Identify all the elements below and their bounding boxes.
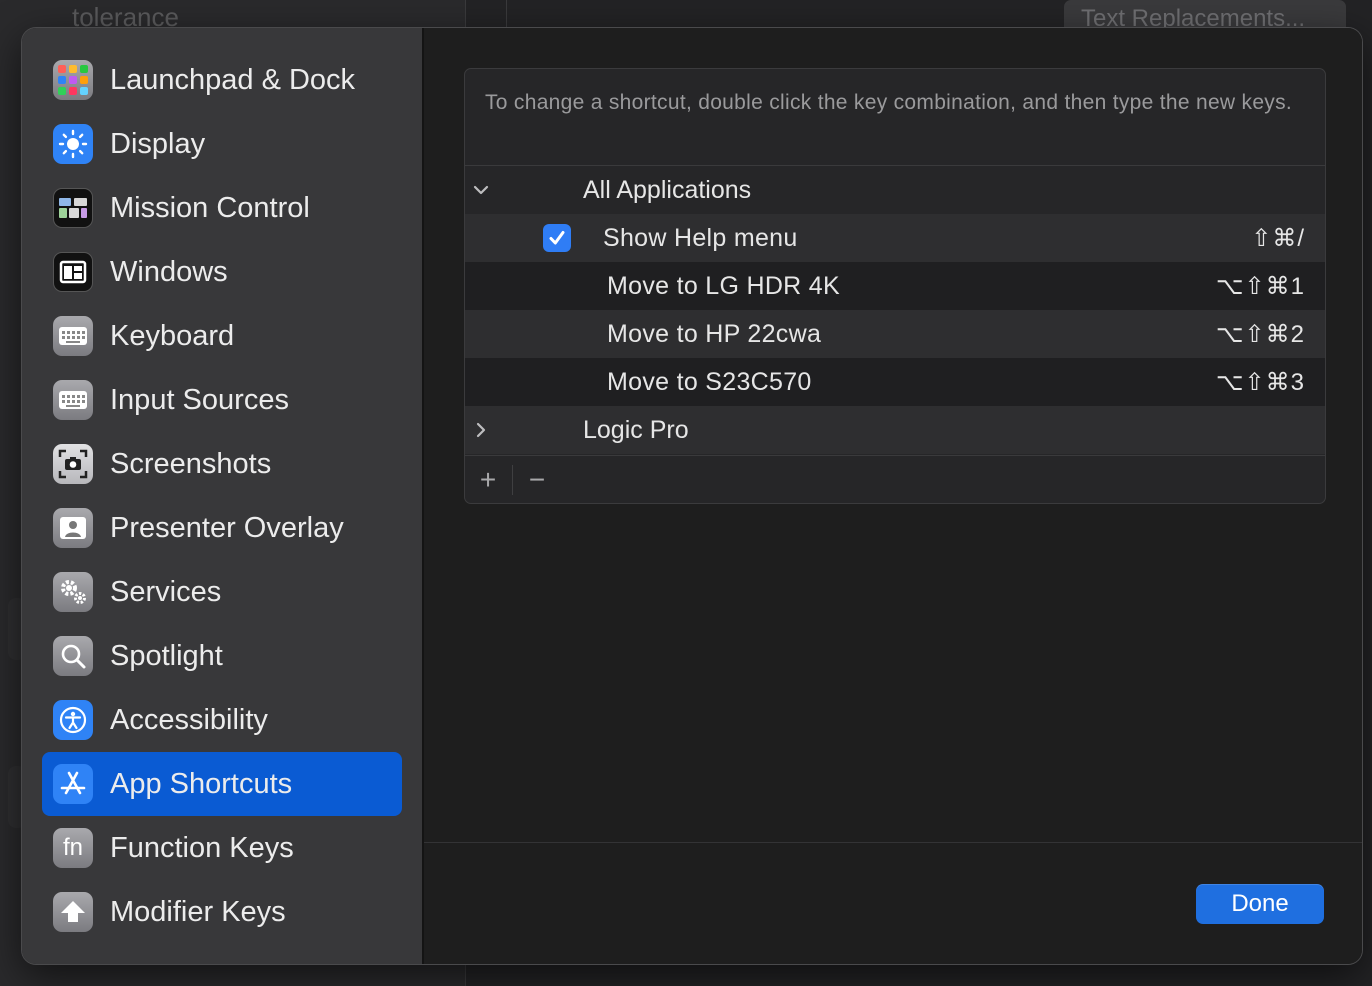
keyboard-icon	[53, 316, 93, 356]
magnifier-icon	[53, 636, 93, 676]
person-icon	[53, 508, 93, 548]
up-arrow-icon	[53, 892, 93, 932]
sidebar-item-label: Input Sources	[110, 383, 289, 416]
group-row-all-applications[interactable]: All Applications	[465, 166, 1325, 214]
fn-icon: fn	[53, 828, 93, 868]
sidebar-item-keyboard[interactable]: Keyboard	[42, 304, 402, 368]
group-row-logic-pro[interactable]: Logic Pro	[465, 406, 1325, 454]
sidebar-item-modifier-keys[interactable]: Modifier Keys	[42, 880, 402, 944]
shortcut-row[interactable]: Move to HP 22cwa ⌥⇧⌘2	[465, 310, 1325, 358]
sidebar: Launchpad & Dock Display Mission Control…	[22, 28, 424, 964]
sidebar-item-label: Windows	[110, 255, 228, 288]
accessibility-icon	[53, 700, 93, 740]
shortcuts-panel: To change a shortcut, double click the k…	[464, 68, 1326, 504]
sidebar-item-label: Accessibility	[110, 703, 268, 736]
camera-icon	[53, 444, 93, 484]
done-button[interactable]: Done	[1196, 884, 1324, 924]
sidebar-item-app-shortcuts[interactable]: App Shortcuts	[42, 752, 402, 816]
sidebar-item-screenshots[interactable]: Screenshots	[42, 432, 402, 496]
instructions-text: To change a shortcut, double click the k…	[485, 91, 1293, 114]
divider	[465, 455, 1325, 456]
sidebar-item-mission-control[interactable]: Mission Control	[42, 176, 402, 240]
shortcut-row[interactable]: Show Help menu ⇧⌘/	[465, 214, 1325, 262]
sidebar-item-label: Keyboard	[110, 319, 235, 352]
sidebar-item-display[interactable]: Display	[42, 112, 402, 176]
footer-divider	[424, 842, 1362, 843]
divider	[512, 465, 513, 495]
sidebar-item-presenter-overlay[interactable]: Presenter Overlay	[42, 496, 402, 560]
sidebar-item-label: Services	[110, 575, 222, 608]
sidebar-item-label: Mission Control	[110, 191, 310, 224]
keyboard-icon	[53, 380, 93, 420]
group-label: All Applications	[583, 175, 752, 204]
sidebar-item-spotlight[interactable]: Spotlight	[42, 624, 402, 688]
sidebar-item-label: Function Keys	[110, 831, 294, 864]
sidebar-item-label: Display	[110, 127, 206, 160]
chevron-right-icon[interactable]	[471, 420, 491, 440]
sidebar-item-input-sources[interactable]: Input Sources	[42, 368, 402, 432]
key-combination[interactable]: ⌥⇧⌘3	[1216, 368, 1305, 397]
enabled-checkbox[interactable]	[543, 224, 571, 252]
key-combination[interactable]: ⇧⌘/	[1251, 224, 1305, 253]
sidebar-item-label: Launchpad & Dock	[110, 63, 356, 96]
sun-icon	[53, 124, 93, 164]
shortcut-label: Move to HP 22cwa	[607, 319, 822, 348]
sidebar-item-label: App Shortcuts	[110, 767, 293, 800]
background-divider	[506, 0, 507, 30]
main-content: To change a shortcut, double click the k…	[424, 28, 1362, 964]
sidebar-item-launchpad-dock[interactable]: Launchpad & Dock	[42, 48, 402, 112]
sidebar-item-label: Spotlight	[110, 639, 223, 672]
launchpad-icon	[53, 60, 93, 100]
sidebar-item-label: Modifier Keys	[110, 895, 286, 928]
sidebar-item-windows[interactable]: Windows	[42, 240, 402, 304]
chevron-down-icon[interactable]	[471, 180, 491, 200]
sidebar-item-label: Screenshots	[110, 447, 272, 480]
mission-control-icon	[53, 188, 93, 228]
sidebar-item-services[interactable]: Services	[42, 560, 402, 624]
shortcut-row[interactable]: Move to S23C570 ⌥⇧⌘3	[465, 358, 1325, 406]
gears-icon	[53, 572, 93, 612]
shortcut-label: Move to LG HDR 4K	[607, 271, 840, 300]
sidebar-item-accessibility[interactable]: Accessibility	[42, 688, 402, 752]
remove-button[interactable]: −	[522, 464, 552, 495]
add-button[interactable]: +	[473, 464, 503, 495]
key-combination[interactable]: ⌥⇧⌘2	[1216, 320, 1305, 349]
shortcut-label: Show Help menu	[603, 223, 798, 252]
sidebar-item-function-keys[interactable]: fn Function Keys	[42, 816, 402, 880]
app-store-icon	[53, 764, 93, 804]
keyboard-shortcuts-sheet: Launchpad & Dock Display Mission Control…	[22, 28, 1362, 964]
key-combination[interactable]: ⌥⇧⌘1	[1216, 272, 1305, 301]
shortcut-row[interactable]: Move to LG HDR 4K ⌥⇧⌘1	[465, 262, 1325, 310]
group-label: Logic Pro	[583, 415, 689, 444]
sidebar-item-label: Presenter Overlay	[110, 511, 344, 544]
windows-icon	[53, 252, 93, 292]
shortcut-label: Move to S23C570	[607, 367, 812, 396]
